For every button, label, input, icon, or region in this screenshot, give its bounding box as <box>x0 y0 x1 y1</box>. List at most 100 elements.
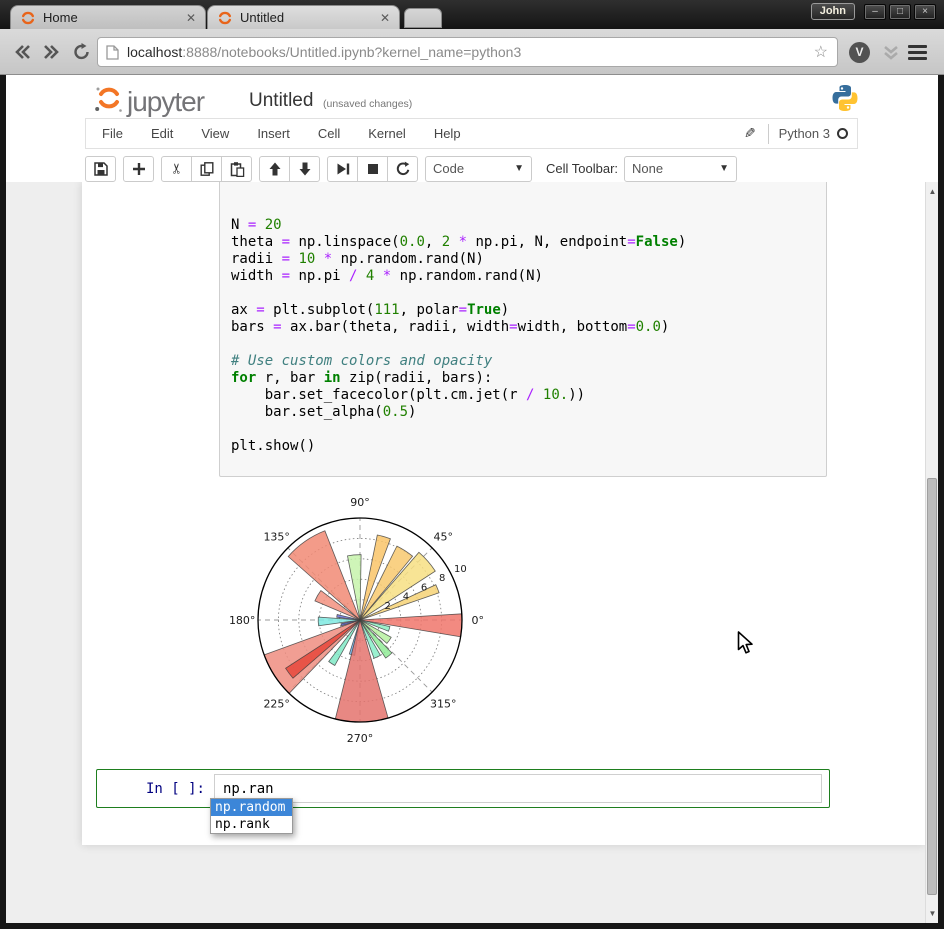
save-button[interactable] <box>85 156 116 182</box>
jupyter-logo[interactable]: jupyter <box>94 83 204 115</box>
chevron-down-icon: ▼ <box>719 163 729 174</box>
tab-label: Untitled <box>240 10 284 25</box>
code-line: N = 20 <box>231 217 686 234</box>
kernel-name: Python 3 <box>779 126 830 141</box>
new-tab-button[interactable] <box>404 8 442 28</box>
notebook-title[interactable]: Untitled <box>249 90 313 112</box>
code-line: plt.show() <box>231 438 686 455</box>
menu-item-edit[interactable]: Edit <box>137 126 187 141</box>
divider <box>768 124 769 144</box>
radial-tick-label: 8 <box>439 573 445 584</box>
extension-chevron-icon[interactable] <box>882 44 900 62</box>
angle-tick-label: 225° <box>263 697 290 710</box>
angle-tick-label: 270° <box>347 732 374 745</box>
toolbar-button-group: ✂ <box>161 156 252 182</box>
toolbar-button-group <box>259 156 320 182</box>
jupyter-header: jupyter Untitled (unsaved changes) FileE… <box>6 75 938 182</box>
code-line: theta = np.linspace(0.0, 2 * np.pi, N, e… <box>231 234 686 251</box>
completion-option[interactable]: np.random <box>211 799 292 816</box>
window-close-button[interactable]: × <box>914 4 936 20</box>
back-icon[interactable] <box>12 42 32 62</box>
cell-toolbar-value: None <box>632 161 663 176</box>
kernel-indicator-area: ✎ Python 3 <box>744 124 857 144</box>
python-logo-icon <box>830 83 860 113</box>
code-line <box>231 336 686 353</box>
code-line: bars = ax.bar(theta, radii, width=width,… <box>231 319 686 336</box>
forward-icon[interactable] <box>42 42 62 62</box>
copy-button[interactable] <box>191 156 222 182</box>
stop-button[interactable] <box>357 156 388 182</box>
angle-tick-label: 0° <box>472 614 485 627</box>
polar-bar-chart-output: 0°45°90°135°180°225°270°315°246810 <box>222 485 492 755</box>
bookmark-star-icon[interactable]: ☆ <box>814 42 837 62</box>
scrollbar-thumb[interactable] <box>927 478 937 895</box>
tab-close-icon[interactable]: ✕ <box>372 11 390 25</box>
browser-navbar: localhost:8888/notebooks/Untitled.ipynb?… <box>0 29 944 75</box>
cell-type-value: Code <box>433 161 464 176</box>
scroll-down-icon[interactable]: ▼ <box>926 909 938 918</box>
input-prompt: In [ ]: <box>97 781 205 797</box>
menu-item-cell[interactable]: Cell <box>304 126 354 141</box>
restart-button[interactable] <box>387 156 418 182</box>
code-line <box>231 285 686 302</box>
chevron-down-icon: ▼ <box>514 163 524 174</box>
session-user-badge: John <box>811 3 855 20</box>
angle-tick-label: 180° <box>229 614 256 627</box>
menu-item-help[interactable]: Help <box>420 126 475 141</box>
scroll-up-icon[interactable]: ▲ <box>926 187 938 196</box>
edit-mode-pencil-icon: ✎ <box>744 125 756 142</box>
menu-item-file[interactable]: File <box>86 126 137 141</box>
add-cell-icon <box>131 161 147 177</box>
window-maximize-button[interactable]: □ <box>889 4 911 20</box>
toolbar-button-group <box>327 156 418 182</box>
move-down-button[interactable] <box>289 156 320 182</box>
page-scrollbar[interactable]: ▲ ▼ <box>925 182 938 923</box>
radial-tick-label: 10 <box>454 564 467 575</box>
autosave-status: (unsaved changes) <box>323 98 412 110</box>
url-host: localhost <box>127 44 182 60</box>
paste-button[interactable] <box>221 156 252 182</box>
restart-icon <box>395 161 411 177</box>
move-up-button[interactable] <box>259 156 290 182</box>
notebook-scroll-area: import matplotlib.pyplot as plt N = 20th… <box>6 182 938 923</box>
menu-item-view[interactable]: View <box>187 126 243 141</box>
completion-option[interactable]: np.rank <box>211 816 292 833</box>
jupyter-logo-icon <box>94 83 124 115</box>
cell-toolbar-select[interactable]: None ▼ <box>624 156 737 182</box>
browser-tab-home[interactable]: Home ✕ <box>10 5 206 29</box>
angle-tick-label: 315° <box>430 697 457 710</box>
copy-icon <box>199 161 215 177</box>
tab-close-icon[interactable]: ✕ <box>178 11 196 25</box>
notebook-container: import matplotlib.pyplot as plt N = 20th… <box>82 182 925 845</box>
run-button[interactable] <box>327 156 358 182</box>
cell-code-input[interactable]: np.ran <box>214 774 822 803</box>
address-bar[interactable]: localhost:8888/notebooks/Untitled.ipynb?… <box>97 37 838 67</box>
window-titlebar: Home ✕ Untitled ✕ John – □ × <box>0 0 944 29</box>
radial-tick-label: 4 <box>403 592 409 603</box>
tab-label: Home <box>43 10 78 25</box>
browser-menu-icon[interactable] <box>908 45 927 63</box>
radial-tick-label: 2 <box>385 601 391 612</box>
toolbar-button-group <box>123 156 154 182</box>
cell-type-select[interactable]: Code ▼ <box>425 156 532 182</box>
browser-tab-untitled[interactable]: Untitled ✕ <box>207 5 400 29</box>
cell-toolbar-label: Cell Toolbar: <box>546 161 618 176</box>
code-cell-input[interactable]: import matplotlib.pyplot as plt N = 20th… <box>219 182 827 477</box>
move-down-icon <box>297 161 313 177</box>
save-icon <box>93 161 109 177</box>
menu-item-insert[interactable]: Insert <box>243 126 304 141</box>
code-line: radii = 10 * np.random.rand(N) <box>231 251 686 268</box>
reload-icon[interactable] <box>72 42 92 62</box>
cut-button[interactable]: ✂ <box>161 156 192 182</box>
notebook-toolbar: ✂ Code ▼ Cell Toolbar: None ▼ <box>85 155 737 182</box>
selected-empty-cell[interactable]: In [ ]: np.ran <box>96 769 830 808</box>
code-line: # Use custom colors and opacity <box>231 353 686 370</box>
autocomplete-dropdown: np.randomnp.rank <box>210 798 293 834</box>
code-line <box>231 421 686 438</box>
angle-tick-label: 135° <box>263 531 290 544</box>
menu-item-kernel[interactable]: Kernel <box>354 126 420 141</box>
add-cell-button[interactable] <box>123 156 154 182</box>
window-minimize-button[interactable]: – <box>864 4 886 20</box>
extension-v-icon[interactable]: V <box>849 42 870 63</box>
code-editor[interactable]: N = 20theta = np.linspace(0.0, 2 * np.pi… <box>231 217 686 455</box>
